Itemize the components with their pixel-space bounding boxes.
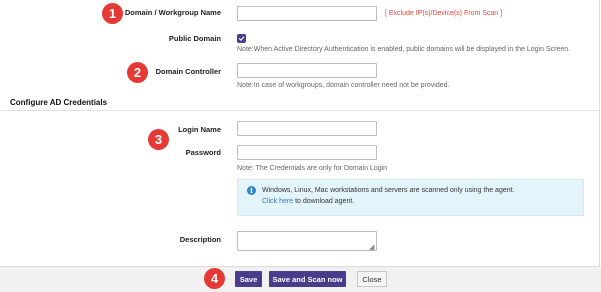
agent-info-link-suffix: to download agent. [293,198,355,205]
public-domain-checkbox[interactable] [237,34,246,43]
check-icon [238,36,245,41]
save-button[interactable]: Save [235,271,262,287]
agent-info-box: i Windows, Linux, Mac workstations and s… [237,179,584,216]
close-button[interactable]: Close [357,271,387,287]
login-name-label: Login Name [178,125,221,134]
description-textarea[interactable] [237,231,377,251]
info-icon: i [247,186,256,195]
domain-input[interactable] [237,6,377,21]
login-name-input[interactable] [237,121,377,136]
section-divider [0,110,599,111]
public-domain-note: Note:When Active Directory Authenticatio… [237,46,571,53]
agent-info-message: Windows, Linux, Mac workstations and ser… [262,187,515,194]
resize-grip-icon[interactable]: ◢ [369,244,374,251]
domain-controller-note: Note:In case of workgroups, domain contr… [237,82,450,89]
download-agent-link[interactable]: Click here [262,198,293,205]
password-note: Note: The Credentials are only for Domai… [237,165,388,172]
domain-label-text: Domain / Workgroup Name [124,8,221,17]
password-input[interactable] [237,145,377,160]
domain-label: * Domain / Workgroup Name [120,8,221,17]
description-label: Description [179,235,221,244]
public-domain-label: Public Domain [168,34,221,43]
step-badge-3: 3 [148,129,169,150]
required-mark: * [119,8,123,17]
exclude-devices-link[interactable]: [ Exclude IP(s)/Device(s) From Scan ] [385,10,502,17]
section-title: Configure AD Credentials [10,98,108,107]
domain-controller-input[interactable] [237,63,377,78]
step-badge-2: 2 [127,62,148,83]
agent-info-link-line: Click here to download agent. [262,196,577,207]
password-label: Password [185,148,221,157]
step-badge-4: 4 [204,268,225,289]
save-and-scan-button[interactable]: Save and Scan now [269,271,346,287]
domain-controller-label: Domain Controller [155,67,221,76]
